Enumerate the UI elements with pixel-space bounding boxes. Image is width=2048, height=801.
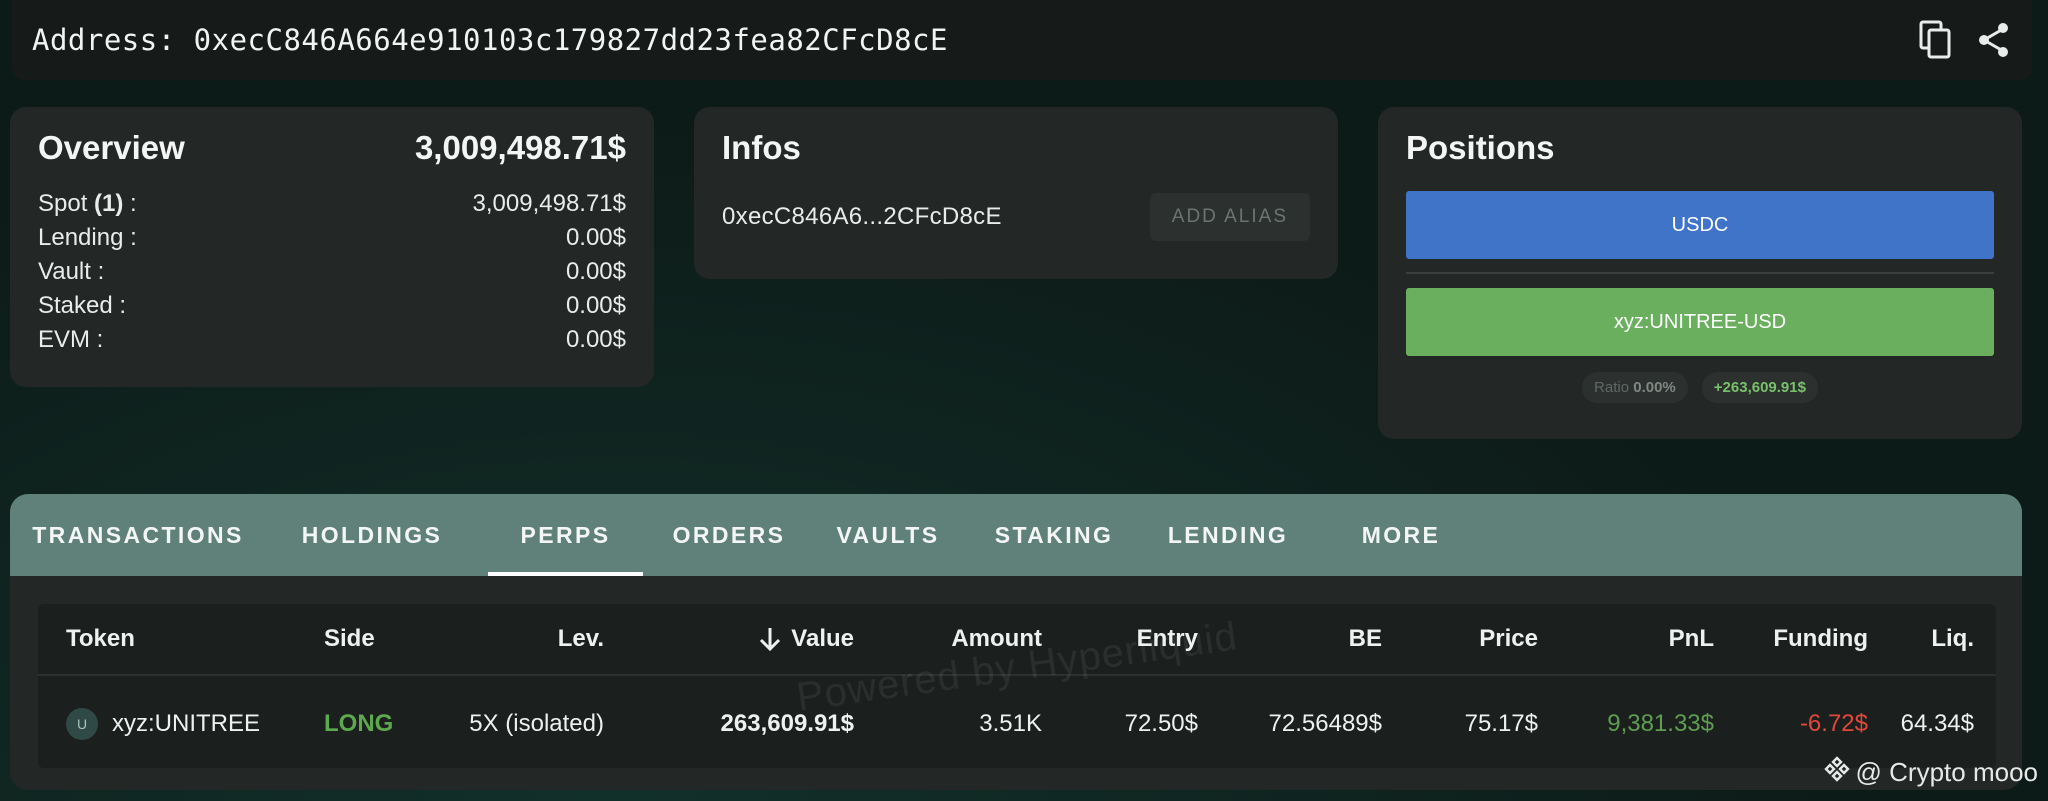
overview-row-evm: EVM :0.00$ bbox=[38, 326, 626, 353]
overview-row-lending: Lending :0.00$ bbox=[38, 224, 626, 251]
tab-perps[interactable]: PERPS bbox=[488, 494, 643, 576]
cell-price: 75.17$ bbox=[1464, 710, 1538, 737]
address-actions bbox=[1918, 19, 2012, 61]
address-label: Address: bbox=[32, 23, 176, 57]
diamond-logo-icon bbox=[1823, 756, 1850, 789]
infos-card: Infos 0xecC846A6...2CFcD8cE ADD ALIAS bbox=[694, 107, 1338, 279]
tab-more[interactable]: MORE bbox=[1314, 494, 1488, 576]
portfolio-panel: TRANSACTIONS HOLDINGS PERPS ORDERS VAULT… bbox=[10, 494, 2022, 790]
cell-token: U xyz:UNITREE bbox=[66, 680, 260, 768]
cell-be: 72.56489$ bbox=[1268, 710, 1382, 737]
tab-vaults[interactable]: VAULTS bbox=[810, 494, 966, 576]
cell-liq: 64.34$ bbox=[1900, 710, 1974, 737]
col-value-header[interactable]: Value bbox=[678, 604, 854, 674]
cell-pnl: 9,381.33$ bbox=[1607, 710, 1714, 737]
address-bar: Address: 0xecC846A664e910103c179827dd23f… bbox=[12, 0, 2032, 80]
col-funding[interactable]: Funding bbox=[1728, 604, 1868, 674]
address-value: 0xecC846A664e910103c179827dd23fea82CFcD8… bbox=[193, 23, 948, 57]
tab-orders[interactable]: ORDERS bbox=[648, 494, 810, 576]
share-icon[interactable] bbox=[1976, 21, 2012, 59]
overview-value: 3,009,498.71$ bbox=[472, 190, 626, 217]
tab-bar: TRANSACTIONS HOLDINGS PERPS ORDERS VAULT… bbox=[10, 494, 2022, 576]
col-pnl[interactable]: PnL bbox=[1578, 604, 1714, 674]
cell-side: LONG bbox=[324, 710, 394, 737]
address-display: Address: 0xecC846A664e910103c179827dd23f… bbox=[32, 23, 948, 57]
infos-title: Infos bbox=[722, 129, 801, 166]
ratio-badge: Ratio 0.00% bbox=[1582, 372, 1688, 403]
position-usdc[interactable]: USDC bbox=[1406, 191, 1994, 259]
divider bbox=[1406, 272, 1994, 274]
cell-lev: 5X (isolated) bbox=[469, 710, 604, 737]
overview-row-spot: Spot (1) : 3,009,498.71$ bbox=[38, 187, 626, 221]
tab-lending[interactable]: LENDING bbox=[1142, 494, 1314, 576]
col-price[interactable]: Price bbox=[1418, 604, 1538, 674]
positions-title: Positions bbox=[1406, 129, 1555, 166]
overview-card: Overview 3,009,498.71$ Spot (1) : 3,009,… bbox=[10, 107, 654, 387]
tab-transactions[interactable]: TRANSACTIONS bbox=[10, 494, 266, 576]
overview-title: Overview bbox=[38, 129, 185, 166]
position-badges: Ratio 0.00% +263,609.91$ bbox=[1406, 372, 1994, 403]
col-token[interactable]: Token bbox=[66, 604, 135, 674]
tab-holdings[interactable]: HOLDINGS bbox=[266, 494, 478, 576]
token-icon: U bbox=[66, 708, 98, 740]
overview-row-vault: Vault :0.00$ bbox=[38, 258, 626, 285]
col-liq[interactable]: Liq. bbox=[1878, 604, 1974, 674]
copy-icon[interactable] bbox=[1918, 19, 1954, 61]
col-side[interactable]: Side bbox=[324, 604, 375, 674]
pnl-badge: +263,609.91$ bbox=[1701, 372, 1818, 403]
positions-card: Positions USDC xyz:UNITREE-USD Ratio 0.0… bbox=[1378, 107, 2022, 439]
add-alias-button[interactable]: ADD ALIAS bbox=[1149, 193, 1310, 241]
overview-row-staked: Staked :0.00$ bbox=[38, 292, 626, 319]
tab-staking[interactable]: STAKING bbox=[966, 494, 1142, 576]
short-address: 0xecC846A6...2CFcD8cE bbox=[722, 203, 1002, 230]
credit: @ Crypto mooo bbox=[1823, 756, 2038, 789]
overview-total: 3,009,498.71$ bbox=[414, 129, 626, 166]
cell-entry: 72.50$ bbox=[1124, 710, 1198, 737]
position-xyz-unitree[interactable]: xyz:UNITREE-USD bbox=[1406, 288, 1994, 356]
arrow-down-icon bbox=[757, 625, 783, 653]
col-be[interactable]: BE bbox=[1238, 604, 1382, 674]
col-lev[interactable]: Lev. bbox=[458, 604, 604, 674]
cell-funding: -6.72$ bbox=[1799, 710, 1868, 737]
